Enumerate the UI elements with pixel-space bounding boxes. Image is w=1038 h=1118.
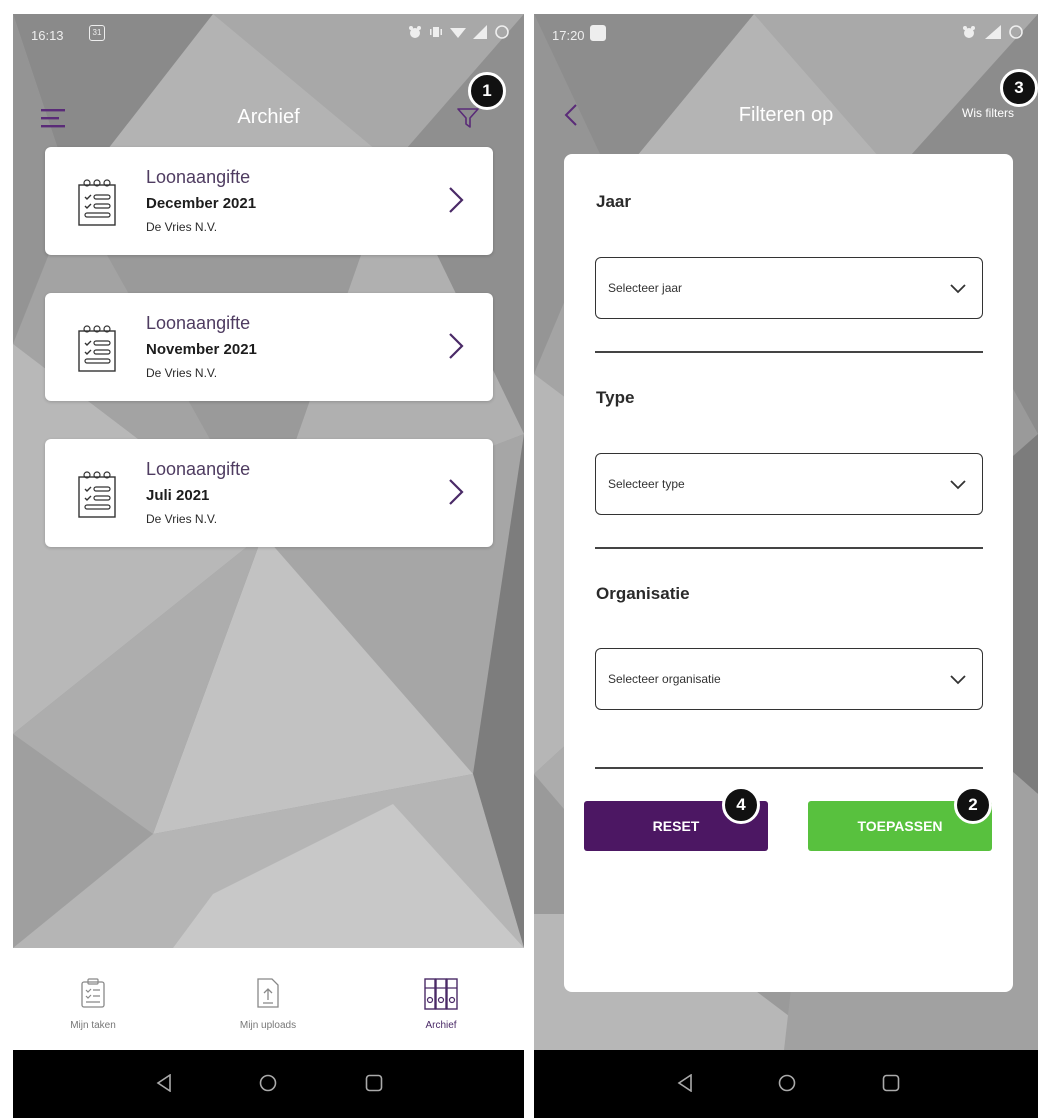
system-home-icon[interactable] [778, 1074, 796, 1092]
card-organisation: De Vries N.V. [146, 220, 218, 234]
status-time: 16:13 [31, 28, 64, 43]
chevron-down-icon [950, 284, 966, 294]
archive-card[interactable]: Loonaangifte December 2021 De Vries N.V. [45, 147, 493, 255]
chevron-right-icon[interactable] [447, 477, 465, 507]
type-select-placeholder: Selecteer type [608, 477, 685, 491]
status-bar: 16:13 31 [13, 14, 524, 60]
calendar-notification-icon: 31 [89, 25, 105, 41]
system-back-icon[interactable] [677, 1074, 693, 1092]
clipboard-icon [78, 471, 116, 518]
alarm-icon [963, 26, 975, 38]
chevron-down-icon [950, 675, 966, 685]
wifi-icon [450, 28, 466, 38]
archive-screen: 16:13 31 Archief 1 Loonaangifte December… [13, 14, 524, 1118]
status-time: 17:20 [552, 28, 585, 43]
card-type: Loonaangifte [146, 459, 251, 479]
card-period: November 2021 [146, 341, 257, 358]
alarm-icon [409, 26, 421, 38]
filter-icon[interactable] [456, 106, 480, 130]
page-title: Archief [237, 106, 300, 128]
chevron-right-icon[interactable] [447, 331, 465, 361]
app-bar: Filteren op Wis filters [534, 92, 1038, 136]
archive-card[interactable]: Loonaangifte November 2021 De Vries N.V. [45, 293, 493, 401]
signal-icon [473, 25, 487, 39]
clipboard-icon [78, 325, 116, 372]
signal-icon [985, 25, 1001, 39]
divider [595, 547, 983, 549]
image-notification-icon [590, 25, 606, 41]
nav-item-my-uploads[interactable]: Mijn uploads [198, 948, 338, 1050]
filter-screen: 17:20 Filteren op Wis filters 3 Jaar Sel… [534, 14, 1038, 1118]
clear-filters-button[interactable]: Wis filters [962, 106, 1014, 120]
nav-label: Mijn uploads [239, 1020, 297, 1031]
upload-icon [257, 978, 279, 1008]
divider [595, 351, 983, 353]
card-type: Loonaangifte [146, 313, 251, 333]
callout-badge-4: 4 [722, 786, 760, 824]
system-navigation-bar [534, 1050, 1038, 1118]
filter-panel: Jaar Selecteer jaar Type Selecteer type … [564, 154, 1013, 992]
card-type: Loonaangifte [146, 167, 251, 187]
callout-badge-2: 2 [954, 786, 992, 824]
card-period: December 2021 [146, 195, 257, 212]
vibrate-icon [430, 27, 442, 37]
archive-binders-icon [424, 978, 458, 1010]
nav-label: Archief [425, 1020, 457, 1031]
clipboard-icon [81, 978, 105, 1008]
system-navigation-bar [13, 1050, 524, 1118]
system-back-icon[interactable] [156, 1074, 172, 1092]
chevron-down-icon [950, 480, 966, 490]
system-recents-icon[interactable] [882, 1074, 900, 1092]
year-label: Jaar [596, 192, 631, 211]
card-organisation: De Vries N.V. [146, 512, 218, 526]
nav-item-archive[interactable]: Archief [371, 948, 511, 1050]
status-bar: 17:20 [534, 14, 1038, 60]
type-select[interactable]: Selecteer type [595, 453, 983, 515]
nav-item-my-tasks[interactable]: Mijn taken [23, 948, 163, 1050]
bottom-navigation: Mijn taken Mijn uploads Archief [13, 948, 524, 1050]
clipboard-icon [78, 179, 116, 226]
year-select-placeholder: Selecteer jaar [608, 281, 683, 295]
nav-label: Mijn taken [70, 1020, 116, 1031]
archive-card[interactable]: Loonaangifte Juli 2021 De Vries N.V. [45, 439, 493, 547]
divider [595, 767, 983, 769]
organisation-select-placeholder: Selecteer organisatie [608, 672, 721, 686]
card-period: Juli 2021 [146, 487, 210, 504]
callout-badge-1: 1 [468, 72, 506, 110]
chevron-right-icon[interactable] [447, 185, 465, 215]
system-recents-icon[interactable] [365, 1074, 383, 1092]
organisation-select[interactable]: Selecteer organisatie [595, 648, 983, 710]
year-select[interactable]: Selecteer jaar [595, 257, 983, 319]
battery-icon [1009, 25, 1023, 39]
organisation-label: Organisatie [596, 584, 690, 603]
callout-badge-3: 3 [1000, 69, 1038, 107]
battery-icon [495, 25, 509, 39]
card-organisation: De Vries N.V. [146, 366, 218, 380]
system-home-icon[interactable] [259, 1074, 277, 1092]
type-label: Type [596, 388, 635, 407]
app-bar: Archief [13, 94, 524, 138]
